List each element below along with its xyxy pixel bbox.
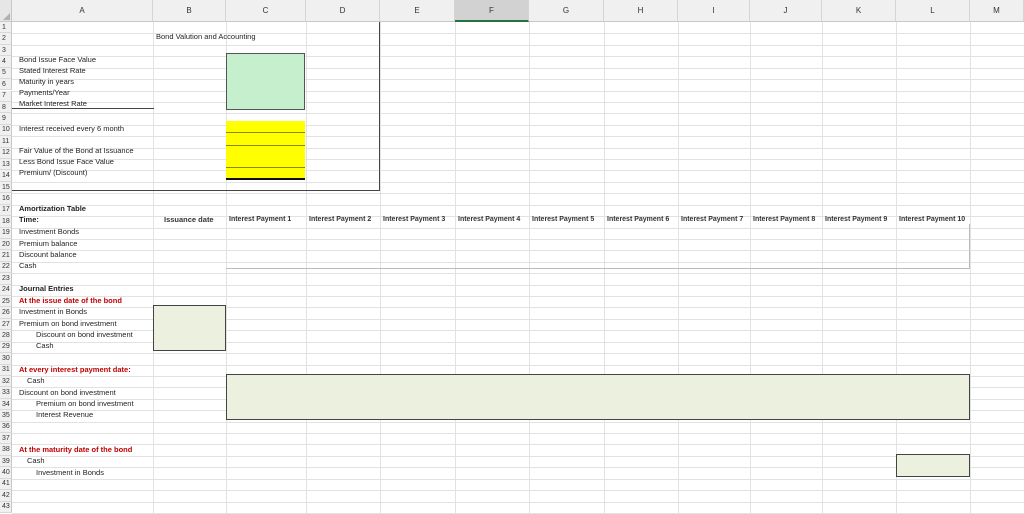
interest-line-premium: Premium on bond investment — [36, 399, 134, 408]
row-gridline — [12, 296, 1024, 298]
issuance-date-header: Issuance date — [164, 215, 214, 224]
input-cells[interactable] — [226, 53, 305, 110]
interest-line-discount: Discount on bond investment — [19, 388, 116, 397]
row-gridline — [12, 273, 1024, 275]
row-gridline — [12, 364, 1024, 366]
premium-discount-label: Premium/ (Discount) — [19, 168, 88, 177]
calc-row-divider — [226, 167, 305, 168]
maturity-line-cash: Cash — [27, 456, 45, 465]
column-gridline — [970, 22, 971, 513]
row-gridline — [12, 490, 1024, 492]
fair-value-label: Fair Value of the Bond at Issuance — [19, 146, 134, 155]
interest-received-label: Interest received every 6 month — [19, 124, 125, 133]
row-gridline — [12, 444, 1024, 446]
issue-date-heading: At the issue date of the bond — [19, 296, 122, 305]
row-gridline — [12, 455, 1024, 457]
row-gridline — [12, 421, 1024, 423]
row-gridline — [12, 467, 1024, 469]
issue-entry-cells[interactable] — [153, 305, 226, 351]
interest-date-heading: At every interest payment date: — [19, 365, 131, 374]
journal-heading: Journal Entries — [19, 284, 74, 293]
calc-row-divider — [226, 145, 305, 146]
amort-row-investment-bonds: Investment Bonds — [19, 227, 80, 236]
interest-line-cash: Cash — [27, 376, 45, 385]
stated-rate-label: Stated Interest Rate — [19, 66, 86, 75]
amort-row-premium-balance: Premium balance — [19, 239, 78, 248]
maturity-date-heading: At the maturity date of the bond — [19, 445, 133, 454]
row-gridline — [12, 204, 1024, 206]
interest-line-revenue: Interest Revenue — [36, 410, 94, 419]
payments-label: Payments/Year — [19, 88, 70, 97]
amort-row-cash: Cash — [19, 261, 37, 270]
row-gridline — [12, 433, 1024, 435]
less-face-value-label: Less Bond Issue Face Value — [19, 157, 114, 166]
row-gridline — [12, 284, 1024, 286]
issue-line-discount: Discount on bond investment — [36, 330, 133, 339]
calculated-cells[interactable] — [226, 121, 305, 180]
issue-line-cash: Cash — [36, 341, 54, 350]
interest-entry-cells[interactable] — [226, 374, 970, 420]
amortization-heading: Amortization Table — [19, 204, 86, 213]
maturity-line-investment: Investment in Bonds — [36, 468, 104, 477]
time-label: Time: — [19, 215, 39, 224]
row-gridline — [12, 501, 1024, 503]
row-gridline — [12, 193, 1024, 195]
calc-total-border — [226, 178, 305, 180]
maturity-entry-cells[interactable] — [896, 454, 970, 477]
row-gridline — [12, 478, 1024, 480]
amort-row-discount-balance: Discount balance — [19, 250, 77, 259]
sheet-title: Bond Valution and Accounting — [156, 32, 256, 41]
issue-line-investment: Investment in Bonds — [19, 307, 87, 316]
market-rate-label: Market Interest Rate — [19, 99, 87, 108]
maturity-label: Maturity in years — [19, 77, 75, 86]
amortization-body[interactable] — [226, 224, 970, 269]
calc-row-divider — [226, 132, 305, 133]
row-gridline — [12, 353, 1024, 355]
face-value-label: Bond Issue Face Value — [19, 55, 96, 64]
issue-line-premium: Premium on bond investment — [19, 319, 117, 328]
